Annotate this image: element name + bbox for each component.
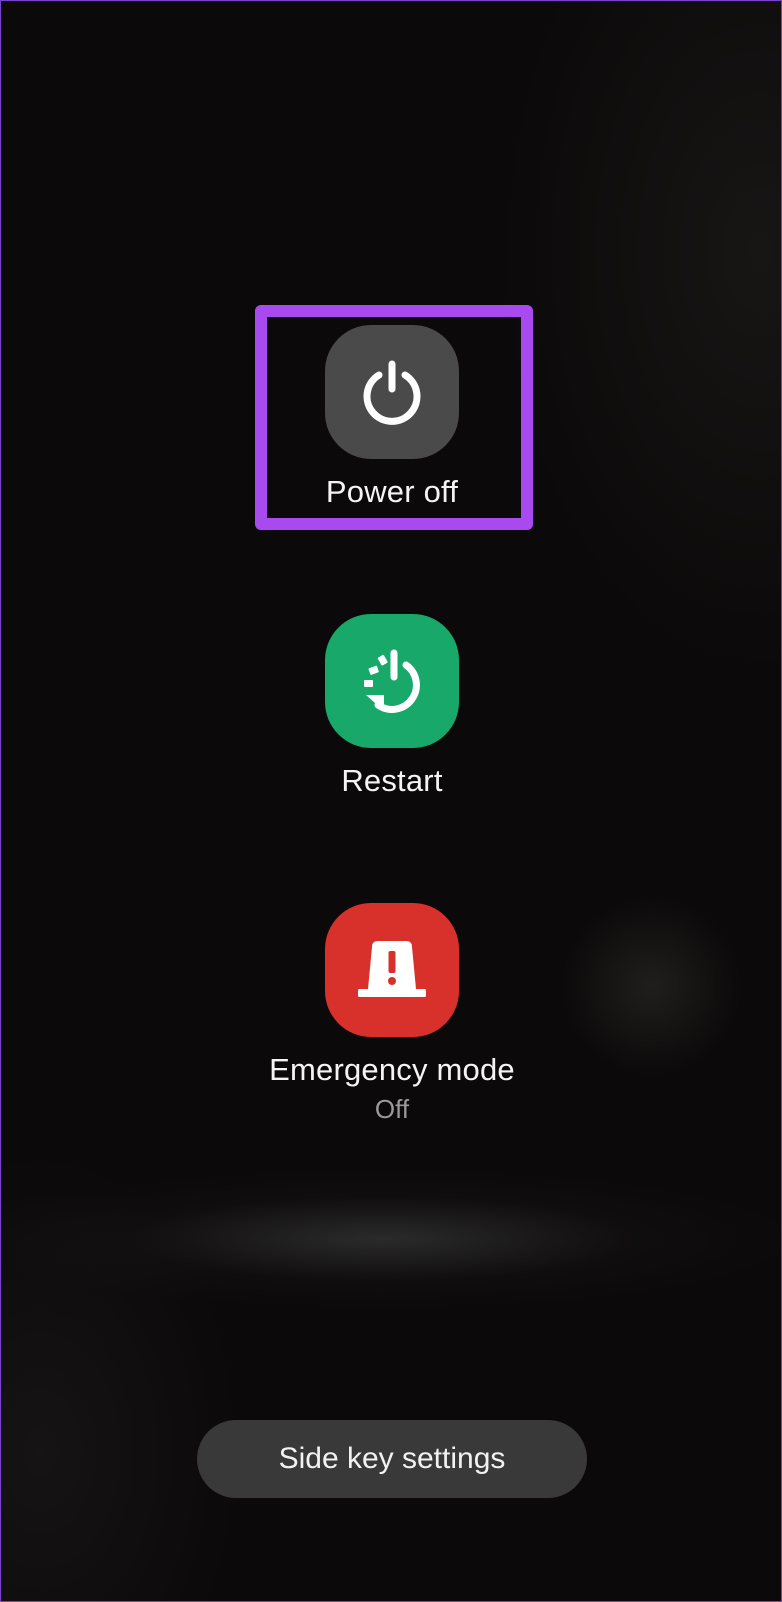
power-menu-screen: Power off Restart Emergency mode Off Sid… [0,0,782,1602]
highlight-box [255,305,533,530]
emergency-mode-status: Off [374,1094,410,1124]
restart-icon [364,649,420,713]
emergency-siren-icon [358,941,426,997]
emergency-tile[interactable] [325,903,459,1037]
emergency-mode-button[interactable]: Emergency mode Off [1,903,781,1125]
restart-button[interactable]: Restart [1,614,781,800]
restart-label: Restart [341,763,443,798]
emergency-mode-label: Emergency mode [269,1052,515,1087]
restart-tile[interactable] [325,614,459,748]
side-key-settings-button[interactable]: Side key settings [197,1420,587,1498]
